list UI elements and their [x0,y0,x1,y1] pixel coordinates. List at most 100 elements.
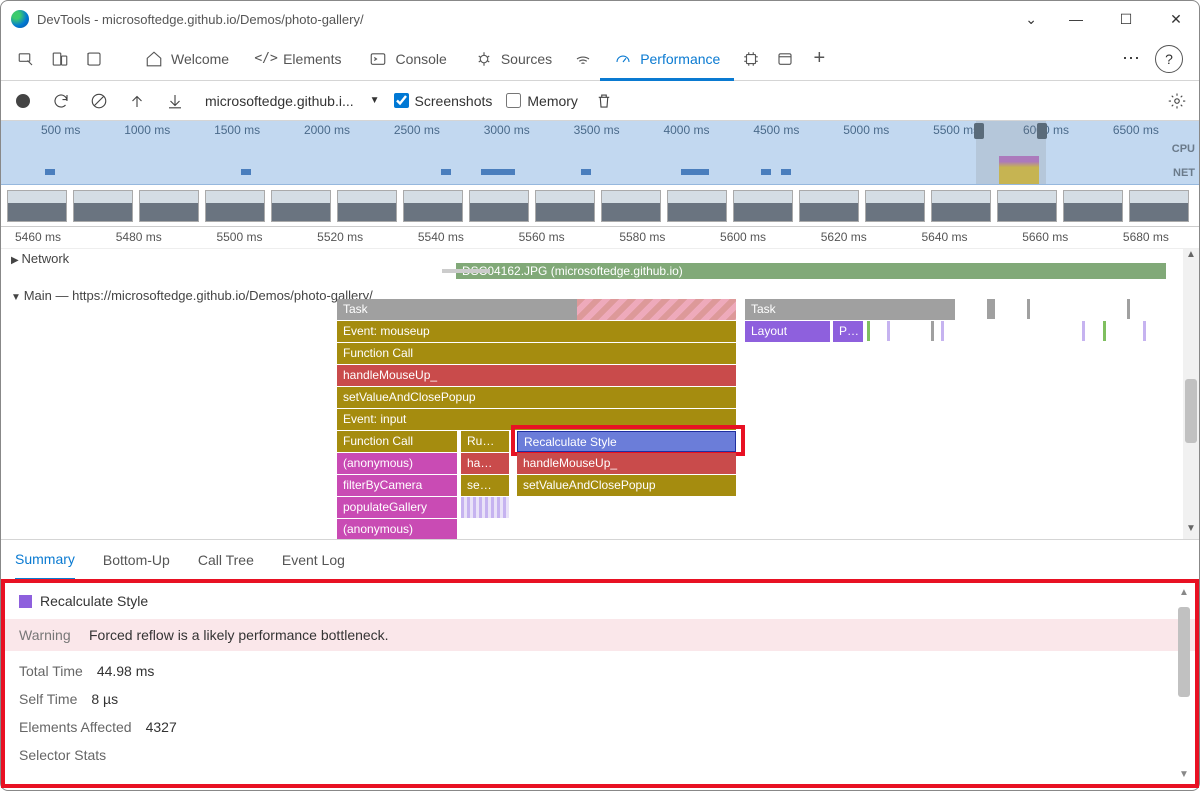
screenshot-frame[interactable] [601,190,661,222]
screenshot-frame[interactable] [997,190,1057,222]
screenshots-checkbox[interactable]: Screenshots [394,93,493,109]
screenshot-frame[interactable] [337,190,397,222]
screenshots-label: Screenshots [415,93,493,109]
screenshot-frame[interactable] [733,190,793,222]
screenshot-frame[interactable] [535,190,595,222]
tab-label: Welcome [171,51,229,67]
flame-populategallery[interactable]: populateGallery [337,497,457,518]
flame-function-call[interactable]: Function Call [337,431,457,452]
network-conditions-icon[interactable] [566,42,600,76]
memory-checkbox[interactable]: Memory [506,93,578,109]
maximize-button[interactable]: ☐ [1113,11,1139,28]
tab-call-tree[interactable]: Call Tree [198,540,254,579]
edge-icon [11,10,29,28]
scroll-thumb[interactable] [1178,607,1190,697]
code-icon: </> [257,50,275,68]
viewport-handle-left[interactable] [974,123,984,139]
tab-label: Performance [640,51,720,67]
tab-console[interactable]: Console [355,38,460,80]
flame-seup[interactable]: se…up [461,475,509,496]
self-time-label: Self Time [19,691,77,707]
scroll-up-icon[interactable]: ▲ [1183,249,1199,265]
screenshot-frame[interactable] [73,190,133,222]
screenshots-input[interactable] [394,93,409,108]
memory-input[interactable] [506,93,521,108]
scroll-thumb[interactable] [1185,379,1197,443]
flame-scrollbar[interactable]: ▲ ▼ [1183,249,1199,539]
flame-layout[interactable]: Layout [745,321,830,342]
total-time-value: 44.98 ms [97,663,155,679]
tab-sources[interactable]: Sources [461,38,566,80]
minimize-button[interactable]: — [1063,11,1089,27]
flame-setvalueclose2[interactable]: setValueAndClosePopup [517,475,736,496]
screenshot-frame[interactable] [799,190,859,222]
screenshot-frame[interactable] [1063,190,1123,222]
help-icon[interactable]: ? [1155,45,1183,73]
screenshot-frame[interactable] [139,190,199,222]
more-menu-icon[interactable]: ⋯ [1113,48,1151,69]
close-button[interactable]: ✕ [1163,11,1189,28]
download-button[interactable] [163,89,187,113]
summary-scrollbar[interactable]: ▲ ▼ [1177,587,1191,780]
screenshot-frame[interactable] [865,190,925,222]
scroll-down-icon[interactable]: ▼ [1177,769,1191,780]
screenshot-frame[interactable] [205,190,265,222]
flame-function-call[interactable]: Function Call [337,343,736,364]
reload-record-button[interactable] [49,89,73,113]
add-tab-icon[interactable]: + [802,42,836,76]
screenshot-frame[interactable] [931,190,991,222]
flame-task[interactable]: Task [745,299,955,320]
flame-event-mouseup[interactable]: Event: mouseup [337,321,736,342]
overview-viewport[interactable] [976,121,1046,184]
tab-welcome[interactable]: Welcome [131,38,243,80]
bug-icon [475,50,493,68]
dropdown-icon[interactable]: ▼ [370,95,380,106]
device-toggle-icon[interactable] [43,42,77,76]
flame-handlemouseup2[interactable]: handleMouseUp_ [517,453,736,474]
filmstrip[interactable] [1,185,1199,227]
application-icon[interactable] [768,42,802,76]
gauge-icon [614,50,632,68]
network-resource[interactable]: DSC04162.JPG (microsoftedge.github.io) [456,263,1166,279]
dock-icon[interactable] [77,42,111,76]
screenshot-frame[interactable] [7,190,67,222]
screenshot-frame[interactable] [469,190,529,222]
record-button[interactable] [11,89,35,113]
tab-elements[interactable]: </> Elements [243,38,355,80]
timeline-overview[interactable]: 500 ms1000 ms 1500 ms2000 ms 2500 ms3000… [1,121,1199,185]
tab-bottom-up[interactable]: Bottom-Up [103,540,170,579]
trash-button[interactable] [592,89,616,113]
inspect-icon[interactable] [9,42,43,76]
flame-anonymous[interactable]: (anonymous) [337,519,457,539]
recording-selector[interactable]: microsoftedge.github.i... [205,93,354,109]
tab-event-log[interactable]: Event Log [282,540,345,579]
screenshot-frame[interactable] [403,190,463,222]
flame-run-microtasks[interactable]: Ru…ks [461,431,509,452]
tab-performance[interactable]: Performance [600,39,734,81]
flame-stripes[interactable] [461,497,509,518]
scroll-down-icon[interactable]: ▼ [1183,523,1199,539]
chevron-down-icon[interactable]: ⌄ [1025,11,1037,28]
screenshot-frame[interactable] [1129,190,1189,222]
clear-button[interactable] [87,89,111,113]
flame-hap[interactable]: ha…p_ [461,453,509,474]
screenshot-frame[interactable] [667,190,727,222]
tab-summary[interactable]: Summary [15,541,75,580]
selector-stats-label[interactable]: Selector Stats [19,747,106,763]
settings-button[interactable] [1165,89,1189,113]
flame-recalculate-style[interactable]: Recalculate Style [517,431,736,452]
flame-setvalueclose[interactable]: setValueAndClosePopup [337,387,736,408]
flame-event-input[interactable]: Event: input [337,409,736,430]
viewport-handle-right[interactable] [1037,123,1047,139]
memory-icon[interactable] [734,42,768,76]
upload-button[interactable] [125,89,149,113]
warning-text: Forced reflow is a likely performance bo… [89,627,389,643]
flame-filterbycamera[interactable]: filterByCamera [337,475,457,496]
flame-handlemouseup[interactable]: handleMouseUp_ [337,365,736,386]
flame-anonymous[interactable]: (anonymous) [337,453,457,474]
elements-affected-label: Elements Affected [19,719,132,735]
flame-paint[interactable]: P… [833,321,863,342]
screenshot-frame[interactable] [271,190,331,222]
flame-chart-area[interactable]: Network DSC04162.JPG (microsoftedge.gith… [1,249,1199,539]
scroll-up-icon[interactable]: ▲ [1177,587,1191,598]
